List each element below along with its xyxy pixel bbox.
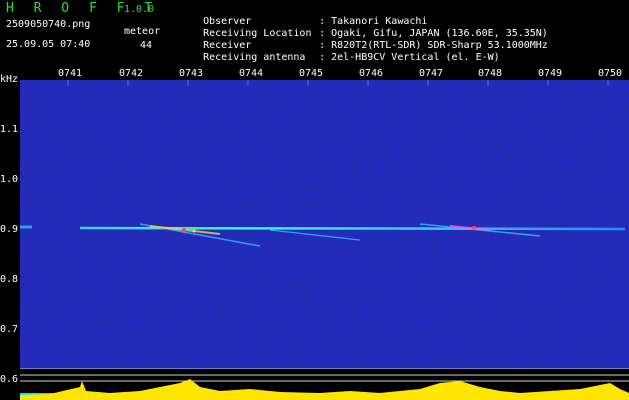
freq-tick-0-8: 0.8 <box>0 274 19 285</box>
signal-level-bar <box>20 369 629 400</box>
meteor-head <box>192 229 196 233</box>
header-panel: H R O F F T 1.0.0 2509050740.png 25.09.0… <box>0 0 629 68</box>
info-value: 2el-HB9CV Vertical (el. E-W) <box>331 52 500 63</box>
time-tick-0748: 0748 <box>478 68 503 79</box>
filename: 2509050740.png <box>6 19 91 30</box>
time-tick-0746: 0746 <box>359 68 384 79</box>
time-tick-0744: 0744 <box>239 68 264 79</box>
freq-tick-0-6: 0.6 <box>0 374 19 385</box>
meteor-label: meteor <box>124 26 161 37</box>
meteor-count: 44 <box>140 40 153 51</box>
time-tick-0750: 0750 <box>598 68 623 79</box>
freq-tick-1-1: 1.1 <box>0 124 19 135</box>
freq-tick-0-7: 0.7 <box>0 324 19 335</box>
datetime: 25.09.05 07:40 <box>6 39 91 50</box>
time-tick-0747: 0747 <box>419 68 444 79</box>
meteor-head <box>182 228 186 232</box>
time-tick-0742: 0742 <box>119 68 144 79</box>
time-tick-0741: 0741 <box>58 68 83 79</box>
freq-tick-1-0: 1.0 <box>0 174 19 185</box>
time-tick-0749: 0749 <box>538 68 563 79</box>
freq-tick-0-9: 0.9 <box>0 224 19 235</box>
info-key: Receiving antenna <box>203 52 306 63</box>
meteor-head <box>472 226 476 230</box>
time-tick-0743: 0743 <box>179 68 204 79</box>
time-tick-0745: 0745 <box>299 68 324 79</box>
noise-texture <box>20 80 629 369</box>
spectrogram <box>20 80 629 369</box>
app-version: 1.0.0 <box>124 4 155 15</box>
